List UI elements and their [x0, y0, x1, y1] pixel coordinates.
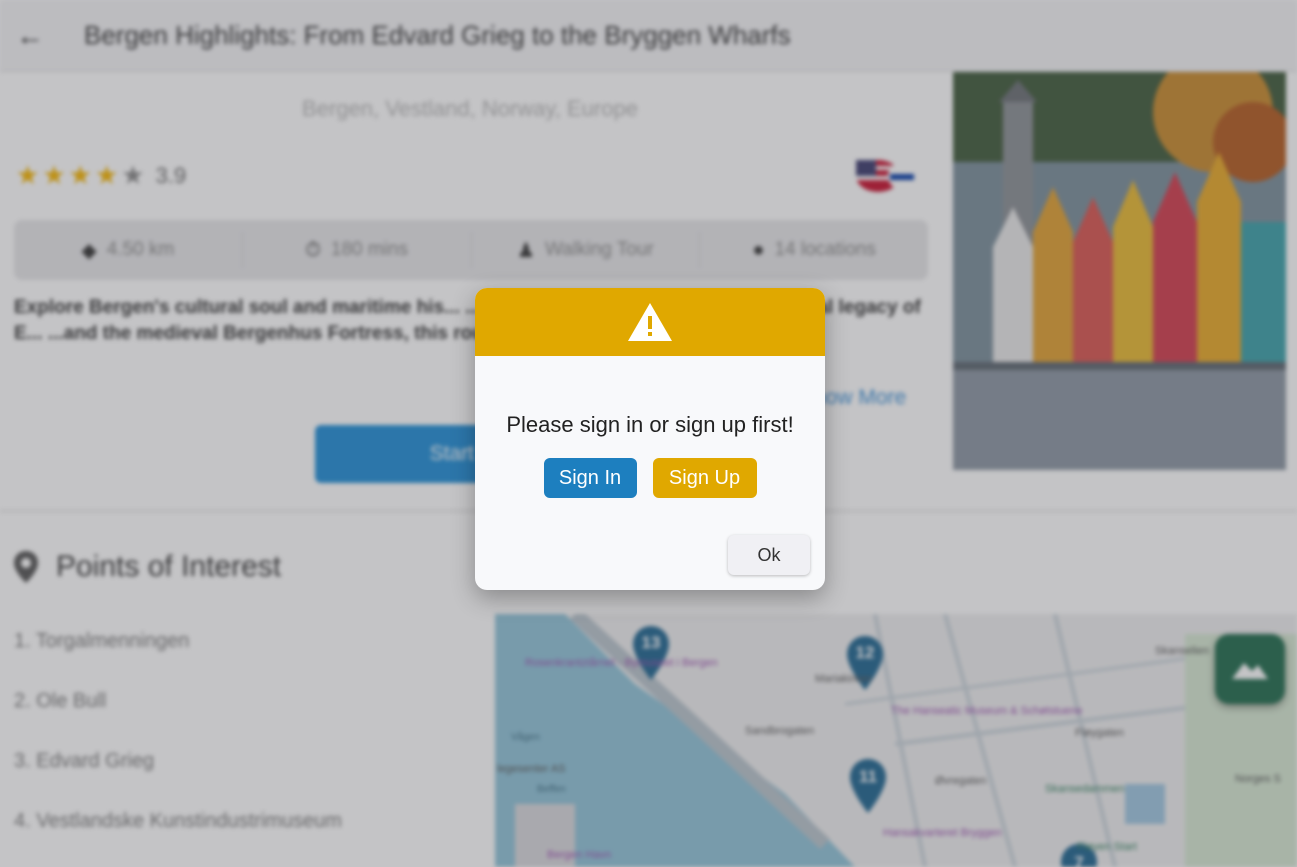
auth-required-dialog: Please sign in or sign up first! Sign In… — [475, 288, 825, 590]
dialog-header — [475, 288, 825, 356]
dialog-message: Please sign in or sign up first! — [506, 412, 794, 437]
ok-button[interactable]: Ok — [728, 535, 810, 575]
dialog-auth-actions: Sign In Sign Up — [475, 458, 825, 498]
sign-up-button[interactable]: Sign Up — [652, 458, 757, 498]
warning-icon — [628, 303, 672, 341]
sign-in-button[interactable]: Sign In — [543, 458, 637, 498]
